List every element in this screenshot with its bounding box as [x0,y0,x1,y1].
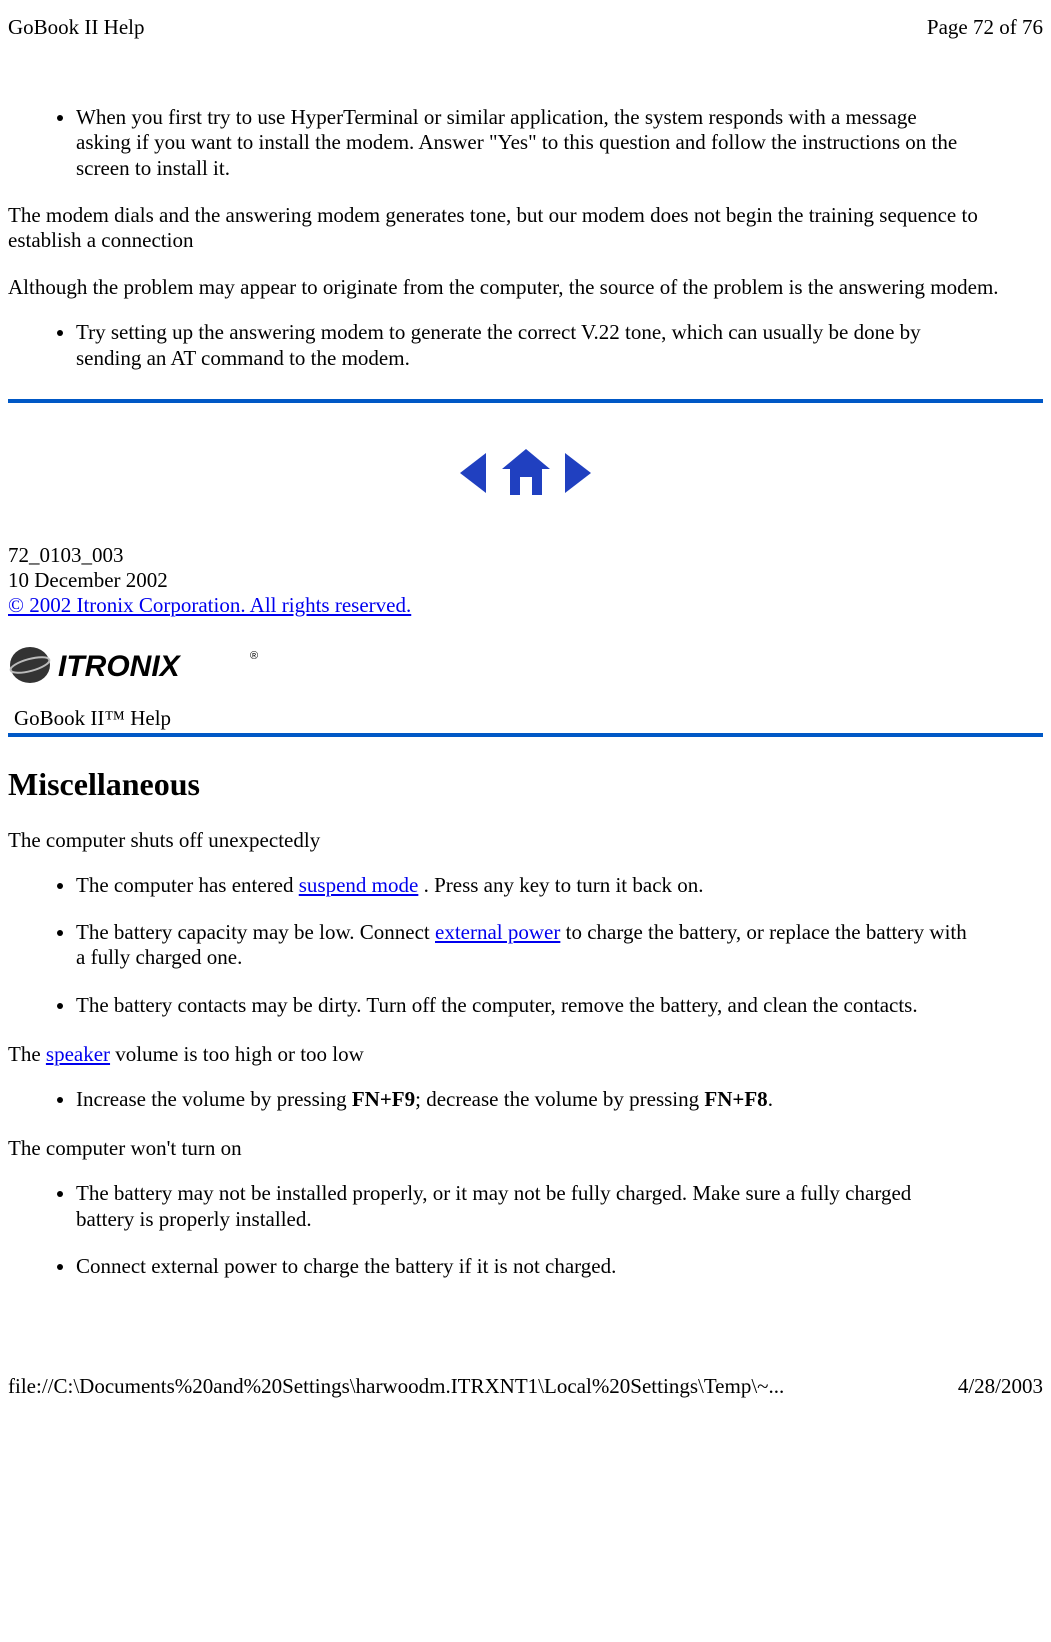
text: The computer has entered [76,873,299,897]
document-id: 72_0103_003 [8,543,1043,568]
bullet-list-misc-1: The computer has entered suspend mode . … [76,873,1043,1018]
list-item: When you first try to use HyperTerminal … [76,105,1043,181]
bullet-list-1: When you first try to use HyperTerminal … [76,105,1043,181]
keyboard-shortcut: FN+F9 [352,1087,415,1111]
text: The [8,1042,46,1066]
nav-icons [8,447,1043,499]
list-item: The battery contacts may be dirty. Turn … [76,993,1043,1018]
speaker-link[interactable]: speaker [46,1042,110,1066]
page-footer: file://C:\Documents%20and%20Settings\har… [0,1359,1051,1414]
text: Increase the volume by pressing [76,1087,352,1111]
suspend-mode-link[interactable]: suspend mode [299,873,419,897]
list-item: Increase the volume by pressing FN+F9; d… [76,1087,1043,1112]
page-indicator: Page 72 of 76 [927,15,1043,40]
copyright-link[interactable]: © 2002 Itronix Corporation. All rights r… [8,593,411,617]
list-item: The battery may not be installed properl… [76,1181,1043,1231]
list-item: The battery capacity may be low. Connect… [76,920,1043,970]
bullet-list-misc-3: The battery may not be installed properl… [76,1181,1043,1279]
paragraph: The computer shuts off unexpectedly [8,828,1043,853]
footer-path: file://C:\Documents%20and%20Settings\har… [8,1374,784,1399]
paragraph: Although the problem may appear to origi… [8,275,1043,300]
text: . Press any key to turn it back on. [418,873,703,897]
nav-next-icon[interactable] [561,459,595,483]
svg-text:®: ® [250,650,258,662]
text: volume is too high or too low [110,1042,364,1066]
brand-divider [8,733,1043,737]
nav-home-icon[interactable] [496,459,561,483]
keyboard-shortcut: FN+F8 [704,1087,767,1111]
footer-date: 4/28/2003 [958,1374,1043,1399]
paragraph: The modem dials and the answering modem … [8,203,1043,253]
document-date: 10 December 2002 [8,568,1043,593]
content-body: When you first try to use HyperTerminal … [0,105,1051,1279]
external-power-link[interactable]: external power [435,920,560,944]
bullet-list-2: Try setting up the answering modem to ge… [76,320,1043,370]
nav-prev-icon[interactable] [456,459,495,483]
section-divider [8,399,1043,403]
text: . [768,1087,773,1111]
bullet-list-misc-2: Increase the volume by pressing FN+F9; d… [76,1087,1043,1112]
svg-text:ITRONIX: ITRONIX [58,650,182,683]
list-item: Try setting up the answering modem to ge… [76,320,1043,370]
paragraph: The speaker volume is too high or too lo… [8,1042,1043,1067]
text: The battery capacity may be low. Connect [76,920,435,944]
paragraph: The computer won't turn on [8,1136,1043,1161]
list-item: The computer has entered suspend mode . … [76,873,1043,898]
text: ; decrease the volume by pressing [415,1087,704,1111]
brand-logo: ITRONIX ® [8,640,1043,690]
section-heading-miscellaneous: Miscellaneous [8,765,1043,803]
itronix-logo-icon: ITRONIX ® [8,640,268,690]
header-title: GoBook II Help [8,15,144,40]
page-header: GoBook II Help Page 72 of 76 [0,0,1051,45]
help-label: GoBook II™ Help [14,706,1043,731]
list-item: Connect external power to charge the bat… [76,1254,1043,1279]
